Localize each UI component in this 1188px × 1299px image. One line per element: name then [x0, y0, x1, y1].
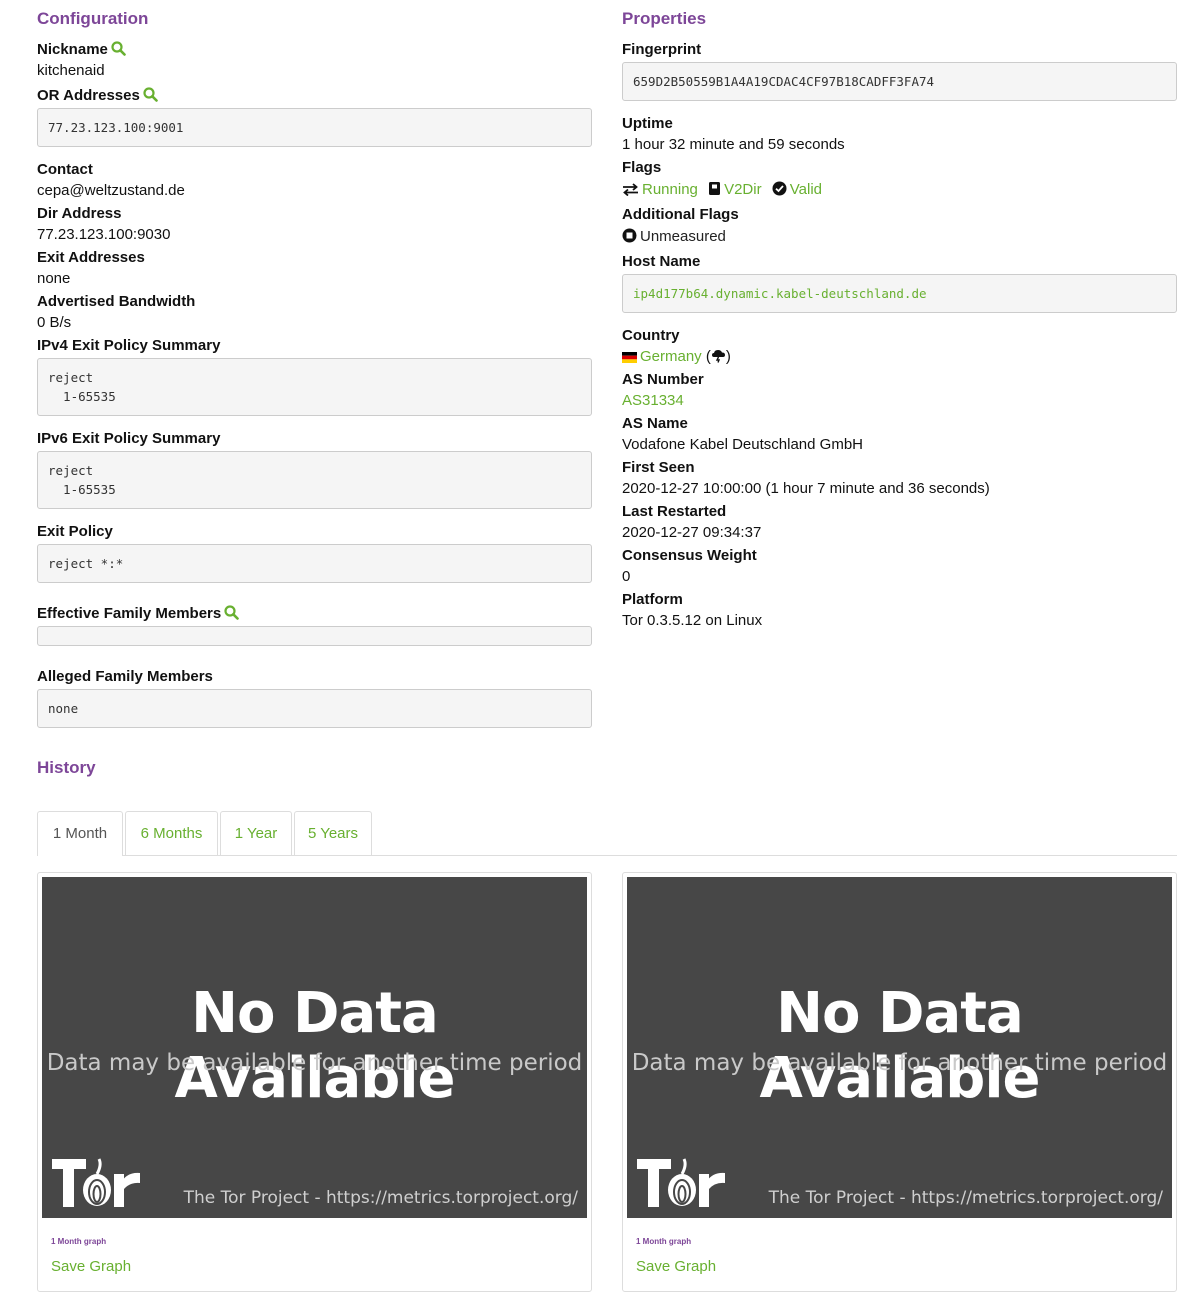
tab-5-years[interactable]: 5 Years [294, 811, 372, 855]
history-heading: History [37, 758, 96, 777]
properties-heading: Properties [622, 9, 707, 28]
dir-address-value: 77.23.123.100:9030 [37, 226, 171, 243]
tor-logo-icon [637, 1157, 727, 1213]
alleged-family-label: Alleged Family Members [37, 668, 213, 685]
exit-policy-box: reject *:* [37, 544, 592, 583]
flag-running-label: Running [642, 181, 698, 198]
search-icon[interactable] [111, 41, 126, 62]
country-extra-close: ) [725, 348, 731, 365]
effective-family-label: Effective Family Members [37, 605, 222, 622]
ipv6-policy-label: IPv6 Exit Policy Summary [37, 430, 221, 447]
consensus-weight-label: Consensus Weight [622, 547, 757, 564]
graph-credit: The Tor Project - https://metrics.torpro… [183, 1188, 578, 1208]
graph-caption: 1 Month graph [636, 1237, 692, 1246]
nickname-label-row: Nickname [37, 39, 592, 60]
graph-caption: 1 Month graph [51, 1237, 107, 1246]
ipv6-policy-box: reject 1-65535 [37, 451, 592, 509]
flag-running[interactable]: Running [622, 181, 702, 198]
ipv4-policy-box: reject 1-65535 [37, 358, 592, 416]
save-graph-link[interactable]: Save Graph [51, 1258, 131, 1275]
effective-family-label-row: Effective Family Members [37, 603, 592, 624]
as-name-label: AS Name [622, 415, 688, 432]
flags-label: Flags [622, 159, 662, 176]
arrows-exchange-icon [622, 180, 639, 204]
flag-unmeasured: Unmeasured [622, 228, 726, 245]
graph-image: No Data Available Data may be available … [627, 877, 1172, 1218]
search-icon[interactable] [143, 87, 158, 108]
properties-section: Properties Fingerprint 659D2B50559B1A4A1… [622, 0, 1177, 635]
exit-policy-label: Exit Policy [37, 523, 113, 540]
tor-logo-icon [52, 1157, 142, 1213]
flags-list: Running V2Dir Valid [622, 178, 1177, 202]
platform-value: Tor 0.3.5.12 on Linux [622, 612, 763, 629]
uptime-value: 1 hour 32 minute and 59 seconds [622, 136, 845, 153]
configuration-heading: Configuration [37, 9, 149, 28]
exit-addresses-value: none [37, 270, 71, 287]
contact-value: cepa@weltzustand.de [37, 182, 185, 199]
alleged-family-box: none [37, 689, 592, 728]
v2dir-book-icon [708, 180, 721, 204]
history-tabs: 1 Month 6 Months 1 Year 5 Years [37, 811, 1177, 856]
cloud-thunder-icon [711, 348, 726, 369]
ipv4-policy-label: IPv4 Exit Policy Summary [37, 337, 221, 354]
or-addresses-label-row: OR Addresses [37, 85, 592, 106]
as-number-label: AS Number [622, 371, 704, 388]
graph-credit: The Tor Project - https://metrics.torpro… [768, 1188, 1163, 1208]
effective-family-box [37, 626, 592, 646]
last-restarted-value: 2020-12-27 09:34:37 [622, 524, 762, 541]
save-graph-link[interactable]: Save Graph [636, 1258, 716, 1275]
graph-image: No Data Available Data may be available … [42, 877, 587, 1218]
nickname-label: Nickname [37, 41, 108, 58]
last-restarted-label: Last Restarted [622, 503, 727, 520]
germany-flag-icon [622, 348, 637, 369]
no-data-title: No Data Available [759, 981, 1040, 1111]
first-seen-value: 2020-12-27 10:00:00 (1 hour 7 minute and… [622, 480, 990, 497]
search-icon[interactable] [224, 605, 240, 626]
country-row: Germany () [622, 346, 1177, 367]
country-link[interactable]: Germany [640, 348, 702, 365]
consensus-weight-value: 0 [622, 568, 631, 585]
uptime-label: Uptime [622, 115, 673, 132]
configuration-section: Configuration Nickname kitchenaid OR Add… [37, 0, 592, 738]
no-data-title: No Data Available [174, 981, 455, 1111]
contact-label: Contact [37, 161, 93, 178]
flag-unmeasured-label: Unmeasured [640, 228, 726, 245]
country-extra-open: ( [701, 348, 711, 365]
as-number-link[interactable]: AS31334 [622, 392, 684, 409]
dir-address-label: Dir Address [37, 205, 122, 222]
as-name-value: Vodafone Kabel Deutschland GmbH [622, 436, 863, 453]
platform-label: Platform [622, 591, 683, 608]
additional-flags-list: Unmeasured [622, 225, 1177, 249]
flag-valid[interactable]: Valid [772, 181, 822, 198]
graph-panel: No Data Available Data may be available … [37, 872, 592, 1292]
fingerprint-label: Fingerprint [622, 41, 702, 58]
host-name-box[interactable]: ip4d177b64.dynamic.kabel-deutschland.de [622, 274, 1177, 313]
first-seen-label: First Seen [622, 459, 695, 476]
nickname-value: kitchenaid [37, 62, 105, 79]
advertised-bandwidth-value: 0 B/s [37, 314, 72, 331]
flag-valid-label: Valid [789, 181, 822, 198]
tab-1-month[interactable]: 1 Month [37, 811, 123, 856]
stop-circle-icon [622, 227, 637, 251]
host-name-label: Host Name [622, 253, 701, 270]
or-addresses-box: 77.23.123.100:9001 [37, 108, 592, 147]
fingerprint-box: 659D2B50559B1A4A19CDAC4CF97B18CADFF3FA74 [622, 62, 1177, 101]
additional-flags-label: Additional Flags [622, 206, 739, 223]
flag-v2dir[interactable]: V2Dir [708, 181, 766, 198]
exit-addresses-label: Exit Addresses [37, 249, 145, 266]
country-label: Country [622, 327, 680, 344]
tab-1-year[interactable]: 1 Year [220, 811, 292, 855]
check-circle-icon [772, 180, 787, 204]
graph-panel: No Data Available Data may be available … [622, 872, 1177, 1292]
no-data-subtitle: Data may be available for another time p… [631, 1050, 1168, 1076]
or-addresses-label: OR Addresses [37, 87, 140, 104]
no-data-subtitle: Data may be available for another time p… [46, 1050, 583, 1076]
advertised-bandwidth-label: Advertised Bandwidth [37, 293, 196, 310]
flag-v2dir-label: V2Dir [724, 181, 762, 198]
tab-6-months[interactable]: 6 Months [125, 811, 218, 855]
